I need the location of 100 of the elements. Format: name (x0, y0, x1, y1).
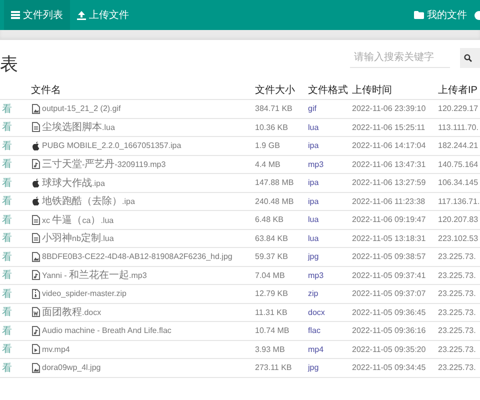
view-link[interactable]: 看 (0, 157, 31, 172)
search-field[interactable]: 请输入搜索关键字 (350, 48, 450, 68)
nav-link[interactable]: 上传文件 (70, 0, 136, 30)
view-link[interactable]: 看 (0, 305, 31, 320)
column-header: 文件格式 (308, 84, 349, 96)
file-size: 273.11 KB (255, 363, 293, 372)
file-size: 6.48 KB (255, 215, 284, 224)
view-link[interactable]: 看 (0, 212, 31, 227)
list-icon (11, 11, 20, 19)
audio-file-icon (31, 326, 41, 336)
file-format: jpg (308, 252, 320, 262)
file-size: 3.93 MB (255, 344, 286, 354)
uploader-ip: 182.244.21 (438, 141, 480, 150)
file-format: lua (308, 215, 320, 224)
view-link[interactable]: 看 (0, 286, 31, 301)
file-size: 7.04 MB (255, 270, 286, 280)
audio-file-icon (31, 270, 41, 280)
file-size: 10.74 MB (255, 326, 290, 336)
file-format: mp4 (308, 344, 325, 354)
file-size: 59.37 KB (255, 252, 289, 262)
uploader-ip: 106.34.145 (438, 178, 480, 188)
column-header: 文件大小 (255, 84, 296, 96)
uploader-ip: 223.102.53 (438, 234, 480, 243)
view-link[interactable]: 看 (0, 324, 31, 338)
file-size: 11.31 KB (255, 308, 288, 317)
file-name: Audio machine - Breath And Life.flac (42, 326, 172, 336)
file-format: mp3 (308, 270, 325, 280)
uploader-ip: 117.136.71. (438, 196, 480, 206)
search-icon (464, 54, 472, 62)
uploader-ip: 120.229.17 (438, 104, 480, 114)
column-header: 文件名 (31, 84, 62, 96)
uploader-ip: 23.225.73. (438, 270, 477, 280)
upload-time: 2022-11-06 23:39:10 (352, 104, 427, 114)
file-name: 8BDFE0B3-CE22-4D48-AB12-81908A2F6236_hd.jpg (42, 252, 232, 262)
uploader-ip: 23.225.73. (438, 252, 477, 262)
file-name: xc 牛逼（ca）.lua (42, 214, 114, 227)
archive-file-icon (31, 288, 41, 299)
upload-time: 2022-11-05 09:35:20 (352, 344, 427, 354)
file-format: lua (308, 122, 320, 132)
file-format: ipa (308, 141, 320, 150)
uploader-ip: 120.207.83 (438, 215, 480, 224)
view-link[interactable]: 看 (0, 102, 31, 116)
image-file-icon (31, 362, 41, 373)
view-link[interactable]: 看 (0, 250, 31, 264)
view-link[interactable]: 看 (0, 268, 31, 282)
video-file-icon (31, 344, 41, 354)
uploader-ip: 23.225.73. (438, 326, 477, 336)
upload-time: 2022-11-05 09:37:41 (352, 270, 427, 280)
file-format: lua (308, 234, 320, 243)
file-name: 三寸天堂-严艺丹-3209119.mp3 (42, 158, 166, 172)
view-link[interactable]: 看 (0, 194, 31, 208)
file-name: 尘埃选图脚本.lua (42, 120, 115, 134)
file-name: 地铁跑酷（去除）.ipa (42, 194, 135, 208)
column-header: 上传时间 (352, 84, 393, 96)
upload-time: 2022-11-06 13:27:59 (352, 178, 427, 188)
page-title: 表 (0, 53, 18, 76)
upload-time: 2022-11-06 14:17:04 (352, 141, 427, 150)
file-format: gif (308, 104, 318, 114)
view-link[interactable]: 看 (0, 360, 31, 375)
upload-icon (77, 10, 86, 20)
file-name: 球球大作战.ipa (42, 176, 105, 190)
upload-time: 2022-11-06 13:47:31 (352, 160, 427, 169)
view-link[interactable]: 看 (0, 138, 31, 153)
view-link[interactable]: 看 (0, 231, 31, 246)
file-size: 384.71 KB (255, 104, 294, 114)
file-format: docx (308, 308, 326, 317)
file-name: PUBG MOBILE_2.2.0_1667051357.ipa (42, 141, 182, 150)
folder-icon (414, 11, 424, 19)
file-format: ipa (308, 196, 320, 206)
file-format: flac (308, 326, 322, 336)
uploader-ip: 23.225.73. (438, 344, 477, 354)
uploader-ip: 23.225.73. (438, 363, 477, 372)
file-format: zip (308, 289, 320, 298)
image-file-icon (31, 252, 41, 262)
image-file-icon (31, 104, 41, 114)
file-size: 4.4 MB (255, 160, 282, 169)
upload-time: 2022-11-06 15:25:11 (352, 122, 426, 132)
audio-file-icon (31, 159, 41, 170)
file-name: 面团教程.docx (42, 306, 102, 320)
view-link[interactable]: 看 (0, 342, 31, 356)
nav-link[interactable]: 文件列表 (4, 0, 70, 30)
document-file-icon (31, 307, 41, 318)
file-name: dora09wp_4l.jpg (42, 363, 101, 372)
apple-icon (31, 196, 41, 206)
search-button[interactable] (460, 48, 480, 68)
file-size: 240.48 MB (255, 196, 295, 206)
apple-icon (31, 140, 41, 151)
upload-time: 2022-11-06 09:19:47 (352, 215, 427, 224)
apple-icon (31, 178, 41, 188)
upload-time: 2022-11-05 09:34:45 (352, 363, 427, 372)
view-link[interactable]: 看 (0, 176, 31, 190)
file-size: 147.88 MB (255, 178, 295, 188)
upload-time: 2022-11-06 11:23:38 (352, 196, 426, 206)
view-link[interactable]: 看 (0, 120, 31, 134)
upload-time: 2022-11-05 09:36:45 (352, 308, 427, 317)
nav-link[interactable]: 我的文件 (407, 0, 474, 30)
file-size: 63.84 KB (255, 234, 289, 243)
file-format: mp3 (308, 160, 325, 169)
uploader-ip: 23.225.73. (438, 289, 477, 298)
column-header: 上传者IP (438, 84, 478, 96)
